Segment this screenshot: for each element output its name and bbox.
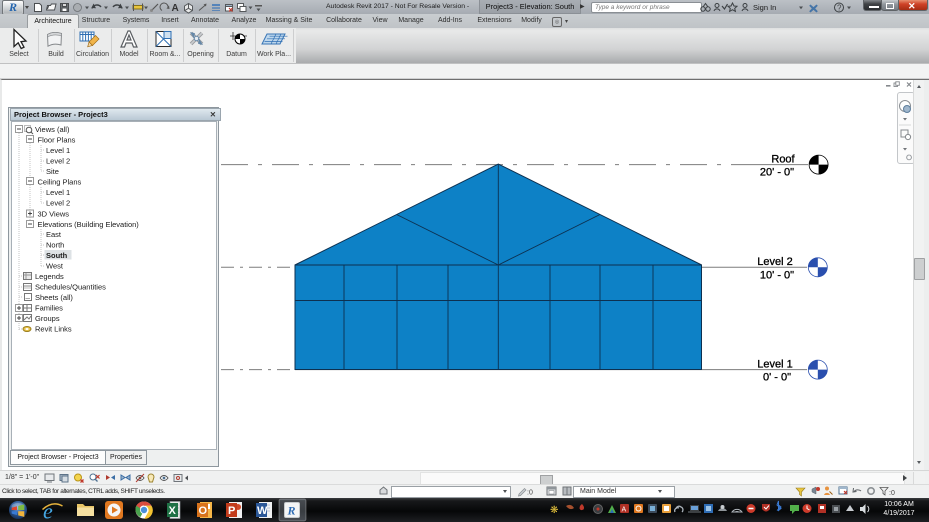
svg-text:Revit Links: Revit Links: [35, 325, 72, 334]
svg-text:Schedules/Quantities: Schedules/Quantities: [35, 283, 106, 292]
svg-text:20' - 0": 20' - 0": [760, 167, 794, 179]
svg-text:Roof: Roof: [771, 154, 795, 166]
svg-text:Level 1: Level 1: [757, 359, 792, 371]
svg-text:Sign In: Sign In: [753, 3, 776, 12]
svg-text:O: O: [199, 505, 208, 517]
svg-text:Site: Site: [46, 167, 59, 176]
svg-text:Ceiling Plans: Ceiling Plans: [38, 178, 82, 187]
svg-text:R: R: [287, 504, 296, 518]
svg-text:X: X: [169, 505, 177, 517]
svg-text:Floor Plans: Floor Plans: [38, 136, 76, 145]
svg-text:Views (all): Views (all): [35, 125, 70, 134]
svg-text:Sheets (all): Sheets (all): [35, 293, 73, 302]
svg-text:North: North: [46, 241, 64, 250]
svg-text:Level 2: Level 2: [46, 157, 70, 166]
svg-text:10' - 0": 10' - 0": [760, 270, 794, 282]
svg-text:Level 1: Level 1: [46, 146, 70, 155]
svg-text:South: South: [46, 251, 68, 260]
svg-text:Elevations (Building Elevation: Elevations (Building Elevation): [38, 220, 140, 229]
svg-text:East: East: [46, 230, 62, 239]
svg-text::0: :0: [889, 490, 895, 497]
svg-text::0: :0: [527, 490, 533, 497]
svg-text:P: P: [228, 505, 235, 517]
svg-text:Level 2: Level 2: [757, 256, 792, 268]
svg-text:A: A: [172, 3, 179, 14]
svg-text:Legends: Legends: [35, 272, 64, 281]
svg-text:Level 2: Level 2: [46, 199, 70, 208]
svg-text:3D Views: 3D Views: [38, 209, 70, 218]
svg-text:?: ?: [837, 4, 842, 13]
svg-text:West: West: [46, 262, 64, 271]
svg-text:❋: ❋: [550, 505, 558, 516]
svg-text:A: A: [622, 507, 627, 514]
svg-text:Level 1: Level 1: [46, 188, 70, 197]
svg-text:W: W: [257, 505, 268, 517]
svg-text:Groups: Groups: [35, 314, 60, 323]
svg-text:0' - 0": 0' - 0": [763, 372, 791, 384]
svg-text:Families: Families: [35, 304, 63, 313]
svg-text:e: e: [43, 499, 53, 522]
